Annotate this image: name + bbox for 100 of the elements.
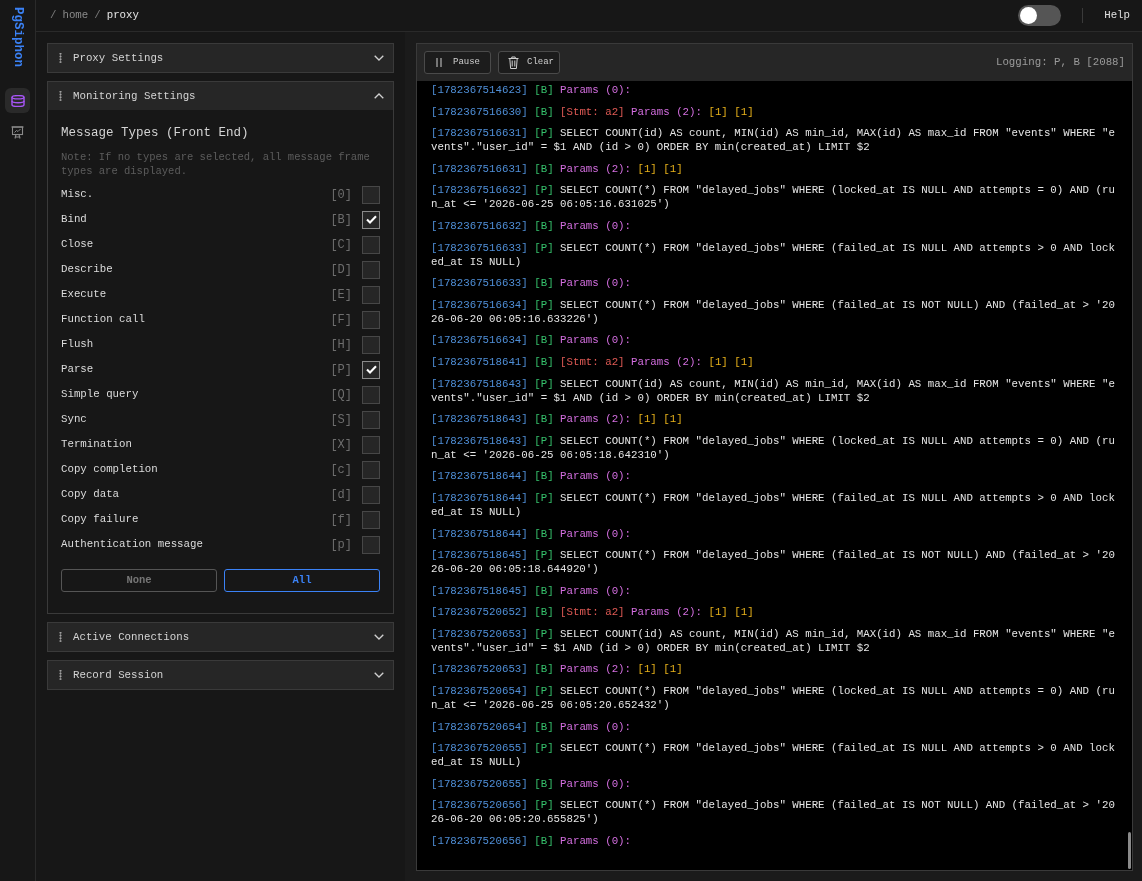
accordion-header[interactable]: Active Connections [47,622,394,652]
message-type-code: [F] [330,311,352,329]
checkbox[interactable] [362,435,380,454]
accordion-header[interactable]: Monitoring Settings [48,82,393,110]
checkbox[interactable] [362,360,380,379]
log-entry: [1782367516633] [B] Params (0): [431,276,632,291]
message-type-label: Misc. [61,187,94,203]
log-entry: [1782367520652] [B] [Stmt: a2] Params (2): [1] [1] [431,605,755,620]
message-type-label: Authentication message [61,537,203,553]
drag-handle-icon [59,91,62,101]
log-entry: [1782367520653] [B] Params (2): [1] [1] [431,662,684,677]
log-entry: [1782367518643] [P] SELECT COUNT(*) FROM "delayed_jobs" WHERE (locked_at IS NULL AND attempts = 0) AND (run_at <= '2026-06-25 06:05:18.642310') [431,433,1116,462]
clear-button[interactable]: Clear [498,51,560,74]
message-type-code: [D] [330,261,352,279]
log-entry: [1782367516632] [B] Params (0): [431,218,632,233]
message-type-code: [f] [330,511,352,529]
message-type-label: Copy completion [61,462,158,478]
scrollbar-thumb[interactable] [1128,832,1131,869]
checkbox[interactable] [362,510,380,529]
checkbox[interactable] [362,235,380,254]
chevron-down-icon [374,55,384,61]
accordion-header[interactable]: Proxy Settings [47,43,394,73]
message-type-label: Simple query [61,387,139,403]
log-entry: [1782367518643] [B] Params (2): [1] [1] [431,412,684,427]
app-logo: PgSiphon [11,7,24,67]
select-all-button[interactable]: All [224,569,380,592]
message-type-label: Termination [61,437,132,453]
message-type-label: Parse [61,362,94,378]
checkbox[interactable] [362,185,380,204]
message-type-label: Function call [61,312,145,328]
chevron-up-icon [374,93,384,99]
checkbox[interactable] [362,385,380,404]
presentation-chart-icon [11,126,24,139]
message-type-label: Sync [61,412,87,428]
message-type-label: Close [61,237,94,253]
log-entry: [1782367518645] [P] SELECT COUNT(*) FROM "delayed_jobs" WHERE (failed_at IS NOT NULL) AND (failed_at > '2026-06-20 06:05:18.644920') [431,548,1116,577]
message-type-code: [E] [330,286,352,304]
message-type-label: Copy failure [61,512,139,528]
sidebar-nav-button[interactable] [5,88,30,113]
message-type-code: [S] [330,411,352,429]
log-entry: [1782367516631] [P] SELECT COUNT(id) AS count, MIN(id) AS min_id, MAX(id) AS max_id FROM "events" WHERE "events"."user_id" = $1 AND (id > 0) ORDER BY min(created_at) LIMIT $2 [431,126,1116,155]
drag-handle-icon [59,632,62,642]
section-heading: Message Types (Front End) [61,125,250,141]
breadcrumb-separator: / [50,8,57,24]
message-type-code: [P] [330,361,352,379]
accordion-header[interactable]: Record Session [47,660,394,690]
message-type-label: Copy data [61,487,120,503]
pause-button[interactable]: Pause [424,51,491,74]
breadcrumb-separator: / [94,8,101,24]
trash-icon [508,56,519,69]
checkbox[interactable] [362,485,380,504]
log-entry: [1782367516634] [P] SELECT COUNT(*) FROM "delayed_jobs" WHERE (failed_at IS NOT NULL) AND (failed_at > '2026-06-20 06:05:16.633226') [431,297,1116,326]
log-entry: [1782367518644] [B] Params (0): [431,526,632,541]
pause-icon [436,58,442,67]
log-entry: [1782367518644] [P] SELECT COUNT(*) FROM "delayed_jobs" WHERE (failed_at IS NULL AND attempts > 0 AND locked_at IS NULL) [431,490,1116,519]
log-entry: [1782367518641] [B] [Stmt: a2] Params (2): [1] [1] [431,354,755,369]
note-text: Note: If no types are selected, all message frame types are displayed. [61,150,371,178]
message-type-code: [H] [330,336,352,354]
chevron-down-icon [374,634,384,640]
checkbox[interactable] [362,335,380,354]
log-entry: [1782367520654] [B] Params (0): [431,719,632,734]
drag-handle-icon [59,670,62,680]
log-entry: [1782367516634] [B] Params (0): [431,333,632,348]
checkmark-icon [365,215,377,224]
log-entry: [1782367520654] [P] SELECT COUNT(*) FROM "delayed_jobs" WHERE (locked_at IS NULL AND attempts = 0) AND (run_at <= '2026-06-25 06:05:20.652432') [431,684,1116,713]
log-entry: [1782367518644] [B] Params (0): [431,469,632,484]
toggle-switch[interactable] [1018,5,1062,26]
chevron-down-icon [374,672,384,678]
checkmark-icon [365,365,377,374]
log-entry: [1782367514623] [B] Params (0): [431,83,632,97]
checkbox[interactable] [362,460,380,479]
select-none-button[interactable]: None [61,569,217,592]
message-type-code: [Q] [330,386,352,404]
message-type-code: [C] [330,236,352,254]
log-entry: [1782367520655] [B] Params (0): [431,776,632,791]
log-entry: [1782367520655] [P] SELECT COUNT(*) FROM "delayed_jobs" WHERE (failed_at IS NULL AND attempts > 0 AND locked_at IS NULL) [431,741,1116,770]
message-type-code: [c] [330,461,352,479]
log-entry: [1782367520653] [P] SELECT COUNT(id) AS count, MIN(id) AS min_id, MAX(id) AS max_id FROM "events" WHERE "events"."user_id" = $1 AND (id > 0) ORDER BY min(created_at) LIMIT $2 [431,626,1116,655]
checkbox[interactable] [362,210,380,229]
log-entry: [1782367520656] [B] Params (0): [431,834,632,849]
message-type-code: [X] [330,436,352,454]
breadcrumb-link[interactable]: home [62,7,89,24]
checkbox[interactable] [362,535,380,554]
log-entry: [1782367516632] [P] SELECT COUNT(*) FROM "delayed_jobs" WHERE (locked_at IS NULL AND attempts = 0) AND (run_at <= '2026-06-25 06:05:16.631025') [431,183,1116,212]
checkbox[interactable] [362,410,380,429]
checkbox[interactable] [362,285,380,304]
log-entry: [1782367516633] [P] SELECT COUNT(*) FROM "delayed_jobs" WHERE (failed_at IS NULL AND attempts > 0 AND locked_at IS NULL) [431,240,1116,269]
message-type-code: [p] [330,536,352,554]
log-entry: [1782367516630] [B] [Stmt: a2] Params (2): [1] [1] [431,104,755,119]
logging-status: Logging: P, B [2088] [995,55,1125,71]
message-type-code: [B] [330,211,352,229]
message-type-code: [0] [330,186,352,204]
drag-handle-icon [59,53,62,63]
log-entry: [1782367518643] [P] SELECT COUNT(id) AS count, MIN(id) AS min_id, MAX(id) AS max_id FROM "events" WHERE "events"."user_id" = $1 AND (id > 0) ORDER BY min(created_at) LIMIT $2 [431,376,1116,405]
message-type-label: Bind [61,212,87,228]
checkbox[interactable] [362,310,380,329]
checkbox[interactable] [362,260,380,279]
message-type-label: Describe [61,262,113,278]
help-link[interactable]: Help [1104,7,1130,24]
database-icon [10,94,25,107]
